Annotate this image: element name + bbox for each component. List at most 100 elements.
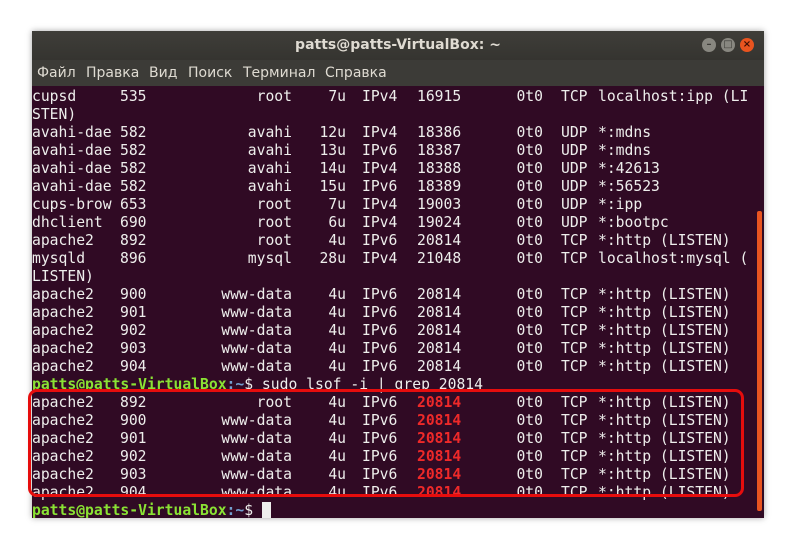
menu-bar: Файл Правка Вид Поиск Терминал Справка [32, 60, 764, 86]
cell-user: www-data [221, 322, 292, 339]
cell-size: 0t0 [516, 358, 543, 375]
text-cursor [261, 502, 271, 518]
cell-fd: 4u [328, 340, 346, 357]
cell-name: *:mdns [598, 124, 652, 141]
cell-node: UDP [561, 196, 588, 213]
menu-item[interactable]: Вид [149, 65, 177, 81]
cell-name: *:http (LISTEN) [598, 340, 731, 357]
cell-cmd: cupsd [32, 88, 77, 105]
cell-pid: 902 [120, 322, 147, 339]
cell-name: *:42613 [598, 160, 660, 177]
cell-fd: 7u [328, 196, 346, 213]
cell-type: IPv6 [362, 142, 398, 159]
cell-pid: 896 [120, 250, 147, 267]
cell-fd: 4u [328, 358, 346, 375]
menu-item[interactable]: Файл [37, 65, 76, 81]
cell-node: TCP [561, 304, 588, 321]
cell-fd: 13u [319, 142, 346, 159]
title-bar[interactable]: patts@patts-VirtualBox: ~ – □ × [32, 31, 764, 60]
cell-cmd: dhclient [32, 214, 103, 231]
cell-cmd: apache2 [32, 232, 94, 249]
cell-cmd: avahi-dae [32, 160, 112, 177]
cell-user: avahi [247, 124, 292, 141]
prompt-line: patts@patts-VirtualBox:~$ [32, 502, 271, 518]
cell-name: *:http (LISTEN) [598, 322, 731, 339]
menu-item[interactable]: Терминал [243, 65, 315, 81]
cell-node: UDP [561, 142, 588, 159]
maximize-icon[interactable]: □ [721, 38, 735, 52]
cell-size: 0t0 [516, 232, 543, 249]
cell-size: 0t0 [516, 160, 543, 177]
cell-node: TCP [561, 358, 588, 375]
cell-device: 18388 [417, 160, 462, 177]
cell-type: IPv4 [362, 88, 398, 105]
minimize-icon[interactable]: – [702, 38, 716, 52]
cell-fd: 15u [319, 178, 346, 195]
cell-device: 20814 [417, 304, 462, 321]
prompt-path: :~ [226, 502, 245, 518]
menu-item[interactable]: Справка [325, 65, 387, 81]
cell-type: IPv6 [362, 358, 398, 375]
cell-pid: 535 [120, 88, 147, 105]
terminal-scrollbar[interactable] [757, 211, 762, 511]
cell-pid: 653 [120, 196, 147, 213]
cell-type: IPv6 [362, 178, 398, 195]
cell-device: 18387 [417, 142, 462, 159]
cell-size: 0t0 [516, 124, 543, 141]
cell-name: *:http (LISTEN) [598, 232, 731, 249]
prompt-symbol: $ [244, 502, 254, 518]
cell-type: IPv6 [362, 340, 398, 357]
cell-node: UDP [561, 214, 588, 231]
cell-device: 18389 [417, 178, 462, 195]
cell-cmd: apache2 [32, 286, 94, 303]
menu-item[interactable]: Правка [86, 65, 139, 81]
cell-type: IPv6 [362, 322, 398, 339]
annotation-highlight-box [28, 389, 744, 497]
menu-item[interactable]: Поиск [188, 65, 232, 81]
cell-user: mysql [247, 250, 292, 267]
cell-pid: 903 [120, 340, 147, 357]
cell-fd: 4u [328, 286, 346, 303]
cell-name: localhost:ipp (LI [598, 88, 749, 105]
close-icon[interactable]: × [740, 38, 754, 52]
cell-user: www-data [221, 286, 292, 303]
cell-node: TCP [561, 340, 588, 357]
cell-cmd: mysqld [32, 250, 86, 267]
cell-type: IPv6 [362, 304, 398, 321]
cell-user: avahi [247, 142, 292, 159]
cell-node: TCP [561, 286, 588, 303]
cell-device: 20814 [417, 340, 462, 357]
cell-user: avahi [247, 160, 292, 177]
cell-name: *:mdns [598, 142, 652, 159]
window-title: patts@patts-VirtualBox: ~ [295, 37, 501, 53]
cell-pid: 582 [120, 160, 147, 177]
cell-size: 0t0 [516, 340, 543, 357]
cell-cmd: avahi-dae [32, 178, 112, 195]
cell-device: 18386 [417, 124, 462, 141]
cell-name: *:bootpc [598, 214, 669, 231]
cell-size: 0t0 [516, 250, 543, 267]
cell-name: *:ipp [598, 196, 643, 213]
cell-user: avahi [247, 178, 292, 195]
cell-size: 0t0 [516, 88, 543, 105]
cell-fd: 6u [328, 214, 346, 231]
cell-size: 0t0 [516, 214, 543, 231]
cell-pid: 892 [120, 232, 147, 249]
cell-node: UDP [561, 178, 588, 195]
cell-fd: 28u [319, 250, 346, 267]
cell-size: 0t0 [516, 322, 543, 339]
cell-pid: 582 [120, 178, 147, 195]
cell-node: TCP [561, 88, 588, 105]
cell-type: IPv4 [362, 214, 398, 231]
cell-pid: 901 [120, 304, 147, 321]
cell-name: *:http (LISTEN) [598, 358, 731, 375]
cell-type: IPv4 [362, 124, 398, 141]
cell-user: root [256, 232, 292, 249]
cell-fd: 7u [328, 88, 346, 105]
cell-user: root [256, 88, 292, 105]
cell-fd: 14u [319, 160, 346, 177]
cell-size: 0t0 [516, 286, 543, 303]
prompt-user: patts@patts-VirtualBox [32, 502, 227, 518]
cell-type: IPv4 [362, 196, 398, 213]
cell-pid: 900 [120, 286, 147, 303]
